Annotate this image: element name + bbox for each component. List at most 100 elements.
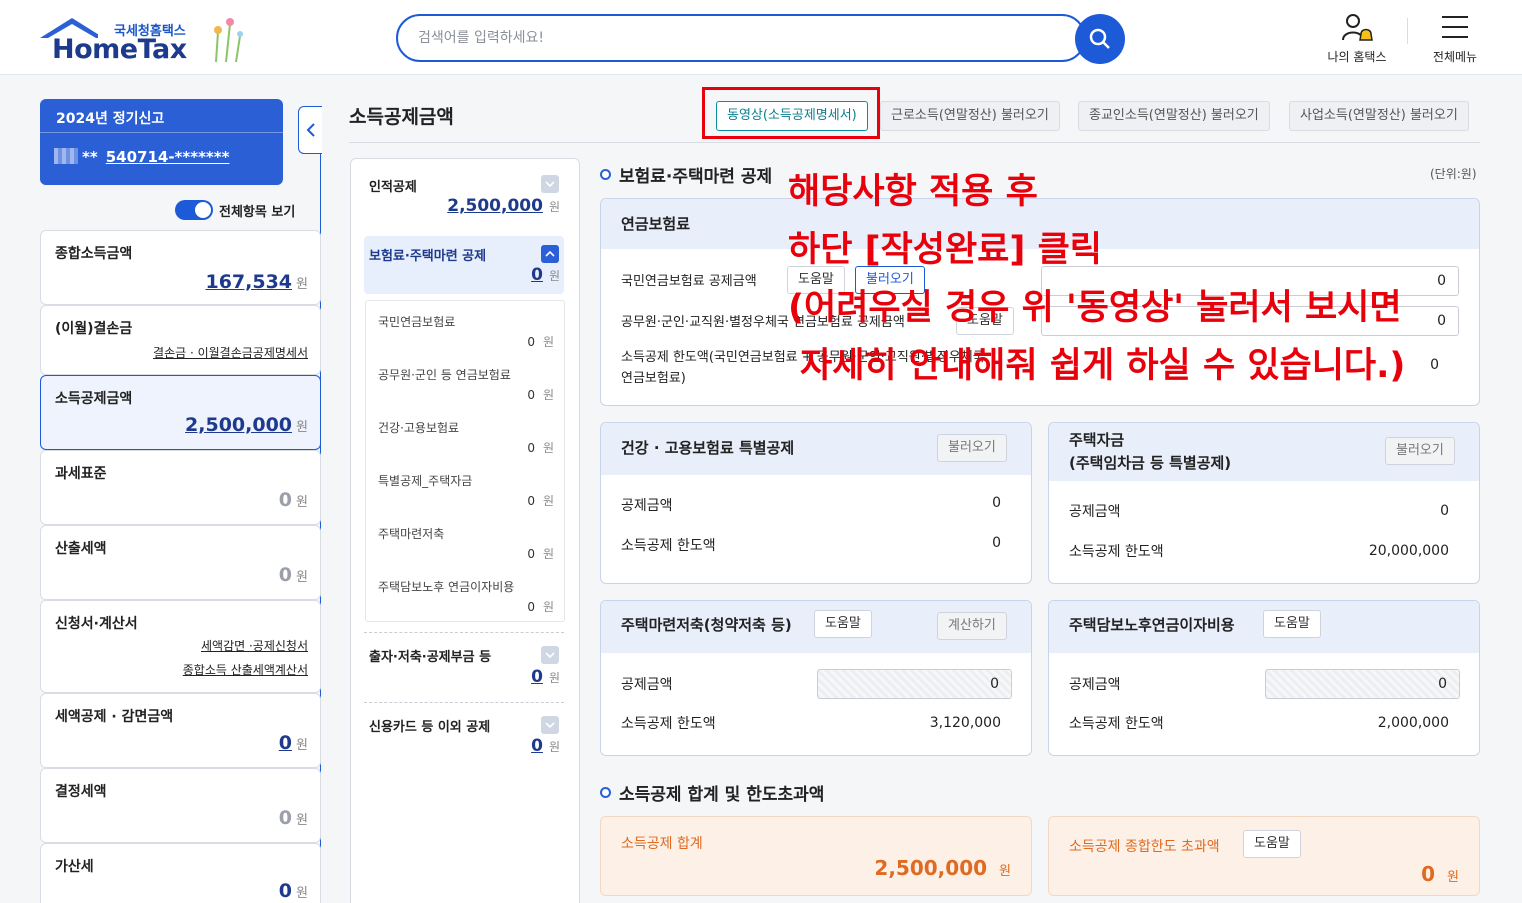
value-number: 0 xyxy=(527,388,535,402)
sidebar-item-applications[interactable]: 신청서·계산서 세액감면 ·공제신청서 종합소득 산출세액계산서 xyxy=(40,600,321,693)
reduction-application-link[interactable]: 세액감면 ·공제신청서 xyxy=(201,637,308,654)
sidebar-item-tax-base[interactable]: 과세표준 0원 xyxy=(40,450,321,525)
nav-subitem-health-insurance[interactable]: 건강·고용보험료 0원 xyxy=(378,407,554,460)
search-input[interactable] xyxy=(418,16,1018,60)
search-icon xyxy=(1089,28,1110,49)
value-unit: 원 xyxy=(548,200,560,214)
housing-fund-panel: 주택자금 (주택임차금 등 특별공제) 불러오기 공제금액 0 소득공제 한도액… xyxy=(1048,422,1480,584)
national-pension-input[interactable]: 0 xyxy=(1041,266,1459,296)
value-unit: 원 xyxy=(548,740,560,754)
section-heading-totals: 소득공제 합계 및 한도초과액 xyxy=(600,780,824,805)
value-number: 0 xyxy=(278,807,293,829)
value-unit: 원 xyxy=(296,886,308,901)
value-number: 0 xyxy=(527,494,535,508)
nav-subitem-national-pension[interactable]: 국민연금보험료 0원 xyxy=(378,301,554,354)
housing-fund-amount-label: 공제금액 xyxy=(1069,504,1121,520)
nav-group-other-deductions[interactable]: 신용카드 등 이외 공제 0원 xyxy=(364,712,564,764)
sidebar-item-title: 결정세액 xyxy=(55,784,107,800)
value-number: 167,534 xyxy=(205,271,293,293)
housing-fund-limit-label: 소득공제 한도액 xyxy=(1069,544,1164,560)
panel-title: 주택담보노후연금이자비용 xyxy=(1069,616,1235,634)
chevron-left-icon xyxy=(306,123,315,137)
sidebar-item-value: 2,500,000 원 xyxy=(185,414,308,436)
sidebar-collapse-button[interactable] xyxy=(298,106,322,154)
search-button[interactable] xyxy=(1075,14,1125,64)
divider xyxy=(40,132,283,133)
title-divider xyxy=(349,142,1480,143)
flower-logo-icon xyxy=(214,18,243,63)
national-pension-help-button[interactable]: 도움말 xyxy=(787,266,845,294)
show-all-toggle[interactable] xyxy=(175,200,213,220)
value-number: 0 xyxy=(527,547,535,561)
health-limit-value: 0 xyxy=(992,535,1001,551)
excess-help-button[interactable]: 도움말 xyxy=(1243,830,1301,858)
nav-group-savings[interactable]: 출자·저축·공제부금 등 0원 xyxy=(364,642,564,694)
chevron-down-icon xyxy=(541,175,559,193)
sidebar-item-income-deduction[interactable]: 소득공제금액 2,500,000 원 xyxy=(40,375,321,450)
all-menu-button[interactable]: 전체메뉴 xyxy=(1415,10,1495,70)
nav-group-title: 보험료·주택마련 공제 xyxy=(369,249,487,264)
value-number: 0 xyxy=(527,335,535,349)
sidebar-item-value: 0원 xyxy=(279,807,308,829)
health-amount-label: 공제금액 xyxy=(621,498,673,514)
nav-group-insurance-housing[interactable]: 보험료·주택마련 공제 0원 xyxy=(364,236,564,294)
savings-help-button[interactable]: 도움말 xyxy=(814,610,872,638)
loss-statement-link[interactable]: 결손금 · 이월결손금공제명세서 xyxy=(153,344,308,361)
sidebar-item-calculated-tax[interactable]: 산출세액 0원 xyxy=(40,525,321,600)
tax-calculation-link[interactable]: 종합소득 산출세액계산서 xyxy=(183,661,308,678)
value-number: 2,500,000 xyxy=(874,856,988,880)
sidebar-item-total-income[interactable]: 종합소득금액 167,534 원 xyxy=(40,230,321,305)
nav-group-value: 2,500,000 원 xyxy=(447,196,560,216)
nav-group-personal[interactable]: 인적공제 2,500,000 원 xyxy=(364,170,564,226)
health-limit-label: 소득공제 한도액 xyxy=(621,538,716,554)
top-header: 국세청홈택스 HomeTax 나의 홈택스 전체메뉴 xyxy=(0,0,1522,75)
show-all-label: 전체항목 보기 xyxy=(219,204,296,220)
deduction-total-value: 2,500,000 원 xyxy=(874,856,1011,880)
public-pension-label: 공무원·군인·교직원·별정우체국 연금보험료 공제금액 xyxy=(621,315,905,330)
national-pension-label: 국민연금보험료 공제금액 xyxy=(621,274,757,289)
sidebar-item-value: 0원 xyxy=(279,489,308,511)
hometax-logo[interactable]: 국세청홈택스 HomeTax xyxy=(38,14,258,70)
value-number: 2,500,000 xyxy=(185,414,293,436)
panel-header xyxy=(601,199,1479,249)
chevron-up-icon xyxy=(541,245,559,263)
sidebar-item-determined-tax[interactable]: 결정세액 0원 xyxy=(40,768,321,843)
nav-subitem-housing-fund[interactable]: 특별공제_주택자금 0원 xyxy=(378,460,554,513)
filing-title: 2024년 정기신고 xyxy=(56,111,165,127)
tab-load-earned-income[interactable]: 근로소득(연말정산) 불러오기 xyxy=(880,101,1060,131)
resident-number: 540714-******* xyxy=(105,148,230,166)
value-number: 0 xyxy=(527,600,535,614)
value-unit: 원 xyxy=(542,600,554,614)
savings-calc-button[interactable]: 계산하기 xyxy=(937,612,1007,640)
housing-fund-limit-value: 20,000,000 xyxy=(1368,543,1449,559)
tab-load-religious-income[interactable]: 종교인소득(연말정산) 불러오기 xyxy=(1078,101,1270,131)
sidebar-item-tax-credit[interactable]: 세액공제 · 감면금액 0원 xyxy=(40,693,321,768)
sidebar-item-title: 소득공제금액 xyxy=(55,391,133,407)
pension-panel: 연금보험료 국민연금보험료 공제금액 도움말 불러오기 0 공무원·군인·교직원… xyxy=(600,198,1480,406)
my-hometax-button[interactable]: 나의 홈택스 xyxy=(1317,10,1397,70)
bullet-icon xyxy=(600,169,611,180)
nav-subitem-mortgage-interest[interactable]: 주택담보노후 연금이자비용 0원 xyxy=(378,566,554,619)
sidebar-item-value: 0원 xyxy=(279,880,308,902)
housing-fund-load-button[interactable]: 불러오기 xyxy=(1385,437,1455,465)
value-number: 0 xyxy=(278,732,293,754)
health-load-button[interactable]: 불러오기 xyxy=(937,434,1007,462)
sidebar-item-carryover-loss[interactable]: (이월)결손금 결손금 · 이월결손금공제명세서 xyxy=(40,305,321,375)
value-unit: 원 xyxy=(542,494,554,508)
nav-divider xyxy=(364,702,564,703)
nav-group-title: 인적공제 xyxy=(369,180,417,195)
national-pension-load-button[interactable]: 불러오기 xyxy=(855,266,925,294)
public-pension-input[interactable]: 0 xyxy=(1041,306,1459,336)
nav-subitem-public-pension[interactable]: 공무원·군인 등 연금보험료 0원 xyxy=(378,354,554,407)
section-heading-insurance: 보험료·주택마련 공제 xyxy=(600,162,772,187)
savings-amount-input: 0 xyxy=(817,669,1012,699)
sidebar-item-penalty-tax[interactable]: 가산세 0원 xyxy=(40,843,321,903)
nav-subitem-housing-savings[interactable]: 주택마련저축 0원 xyxy=(378,513,554,566)
sidebar-item-title: 가산세 xyxy=(55,859,94,875)
mortgage-help-button[interactable]: 도움말 xyxy=(1263,610,1321,638)
tab-load-business-income[interactable]: 사업소득(연말정산) 불러오기 xyxy=(1289,101,1469,131)
section-heading-text: 보험료·주택마련 공제 xyxy=(619,167,773,187)
pension-limit-value: 0 xyxy=(1430,357,1439,373)
sidebar-item-title: 산출세액 xyxy=(55,541,107,557)
public-pension-help-button[interactable]: 도움말 xyxy=(956,307,1014,335)
